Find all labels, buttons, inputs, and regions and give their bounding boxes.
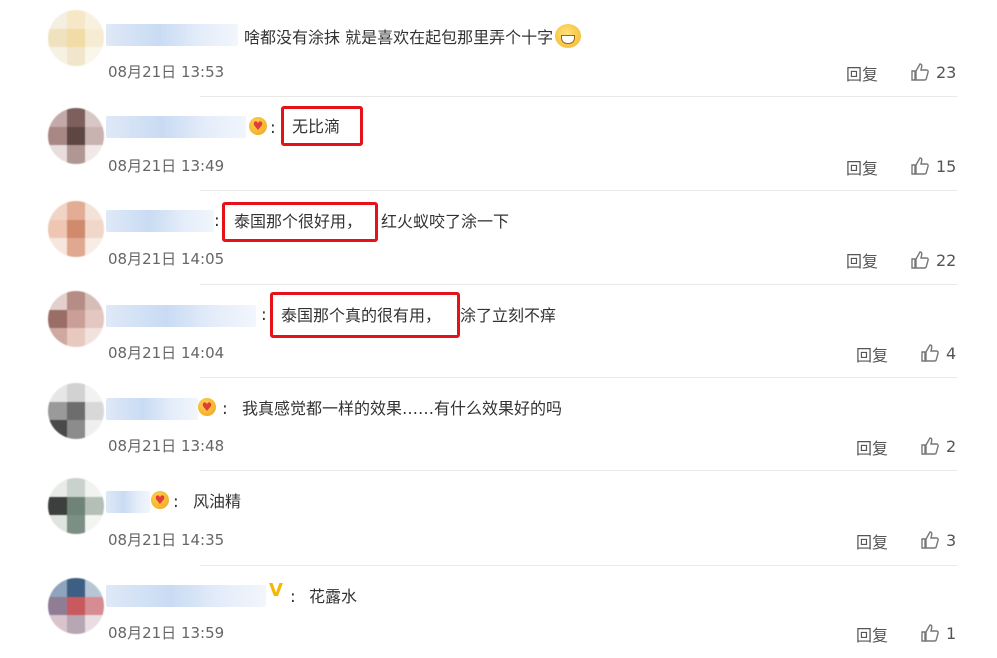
avatar[interactable] [48,10,104,66]
comment-text-highlighted: 泰国那个真的很有用， [281,306,442,325]
reply-button[interactable]: 回复 [856,529,888,553]
comment-time: 08月21日 13:59 [108,624,225,642]
comment-text: 花露水 [309,587,358,606]
avatar[interactable] [48,291,104,347]
comment-time: 08月21日 14:04 [108,344,225,362]
thumbs-up-icon [911,63,929,81]
thumbs-up-icon [921,437,939,455]
thumbs-up-icon [921,344,939,362]
divider [200,565,957,566]
username[interactable] [106,116,246,138]
divider [200,96,957,97]
avatar[interactable] [48,478,104,534]
username[interactable] [106,24,238,46]
comment-text: 涂了立刻不痒 [460,306,557,325]
username[interactable] [106,305,256,327]
like-button[interactable]: 4 [920,343,956,363]
colon: : [290,587,296,607]
avatar[interactable] [48,578,104,634]
divider [200,284,957,285]
thumbs-up-icon [921,531,939,549]
like-count: 2 [946,436,957,456]
colon: : [173,492,179,512]
heart-eyes-badge-icon: ♥ [151,491,169,509]
like-count: 3 [946,530,957,550]
like-button[interactable]: 22 [910,250,956,270]
username[interactable] [106,585,266,607]
comment-time: 08月21日 13:53 [108,63,225,81]
comment-text-highlighted: 无比滴 [292,117,341,136]
colon: : [261,305,267,325]
v-badge-icon: V [269,580,283,601]
colon: : [222,399,228,419]
comment-text: 风油精 [193,492,242,511]
avatar[interactable] [48,108,104,164]
comment-time: 08月21日 13:49 [108,157,225,175]
username[interactable] [106,491,150,513]
reply-button[interactable]: 回复 [846,155,878,179]
comment-time: 08月21日 14:35 [108,531,225,549]
avatar[interactable] [48,201,104,257]
like-button[interactable]: 15 [910,156,956,176]
like-button[interactable]: 23 [910,62,956,82]
reply-button[interactable]: 回复 [846,61,878,85]
divider [200,470,957,471]
divider [200,190,957,191]
like-button[interactable]: 2 [920,436,956,456]
comment-time: 08月21日 14:05 [108,250,225,268]
heart-eyes-badge-icon: ♥ [249,117,267,135]
colon: : [214,211,220,231]
like-count: 4 [946,343,957,363]
username[interactable] [106,398,198,420]
like-count: 1 [946,623,957,643]
comment-text: 红火蚁咬了涂一下 [381,212,510,231]
grin-emoji-icon [555,24,582,48]
thumbs-up-icon [911,157,929,175]
reply-button[interactable]: 回复 [856,342,888,366]
like-count: 23 [936,62,957,82]
username[interactable] [106,210,214,232]
reply-button[interactable]: 回复 [846,248,878,272]
comment-text: 我真感觉都一样的效果……有什么效果好的吗 [242,399,563,418]
thumbs-up-icon [921,624,939,642]
thumbs-up-icon [911,251,929,269]
like-button[interactable]: 3 [920,530,956,550]
reply-button[interactable]: 回复 [856,622,888,646]
avatar[interactable] [48,383,104,439]
divider [200,377,957,378]
like-count: 22 [936,250,957,270]
like-count: 15 [936,156,957,176]
colon: : [270,118,276,138]
comment-time: 08月21日 13:48 [108,437,225,455]
reply-button[interactable]: 回复 [856,435,888,459]
like-button[interactable]: 1 [920,623,956,643]
comment-text: 啥都没有涂抹 就是喜欢在起包那里弄个十字 [244,24,582,49]
heart-eyes-badge-icon: ♥ [198,398,216,416]
comment-text-highlighted: 泰国那个很好用， [234,212,363,231]
